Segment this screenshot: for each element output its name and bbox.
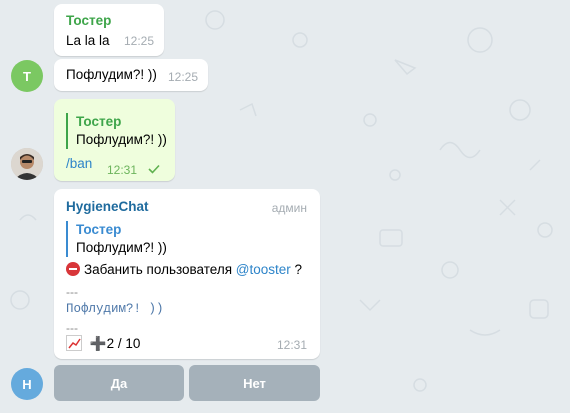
message-command[interactable]: /ban [66,155,92,173]
reply-preview[interactable]: Тостер Пофлудим?! )) [66,113,176,149]
vote-count: ➕2 / 10 [89,336,141,351]
message-bubble: Пофлудим?! )) 12:25 [54,59,208,91]
avatar[interactable]: H [11,368,43,400]
reply-text: Пофлудим?! )) [76,240,167,255]
quoted-message: Пофлудим?! )) [66,302,164,316]
message-time: 12:31 [107,163,138,177]
message-text: La la la [66,33,110,48]
message-bubble: Тостер La la la 12:25 [54,4,164,56]
message-time: 12:31 [276,338,307,352]
reply-sender: Тостер [76,222,122,237]
chart-increasing-icon [66,335,82,351]
reply-preview[interactable]: Тостер Пофлудим?! )) [66,221,276,257]
yes-button[interactable]: Да [54,365,184,401]
message-time: 12:25 [167,70,198,84]
ban-question-text: Забанить пользователя [84,262,236,277]
avatar[interactable]: T [11,60,43,92]
separator-text: --- [66,285,78,299]
user-mention[interactable]: @tooster [236,262,291,277]
message-text: Пофлудим?! )) [66,67,157,82]
checkmark-icon [148,164,160,174]
ban-question: Забанить пользователя @tooster ? [66,261,302,279]
user-photo-icon [11,148,43,180]
message-time: 12:25 [123,34,154,48]
no-button[interactable]: Нет [189,365,320,401]
ban-question-tail: ? [290,262,303,277]
admin-badge: админ [271,201,307,215]
reply-text: Пофлудим?! )) [76,132,167,147]
message-bubble-outgoing: Тостер Пофлудим?! )) /ban 12:31 [54,99,175,181]
sender-name[interactable]: HygieneChat [66,198,149,216]
no-entry-icon [66,262,80,276]
message-bubble: HygieneChat админ Тостер Пофлудим?! )) З… [54,189,320,359]
vote-line: ➕2 / 10 [66,335,140,353]
reply-sender: Тостер [76,114,122,129]
avatar[interactable] [11,148,43,180]
sender-name[interactable]: Тостер [66,12,111,30]
